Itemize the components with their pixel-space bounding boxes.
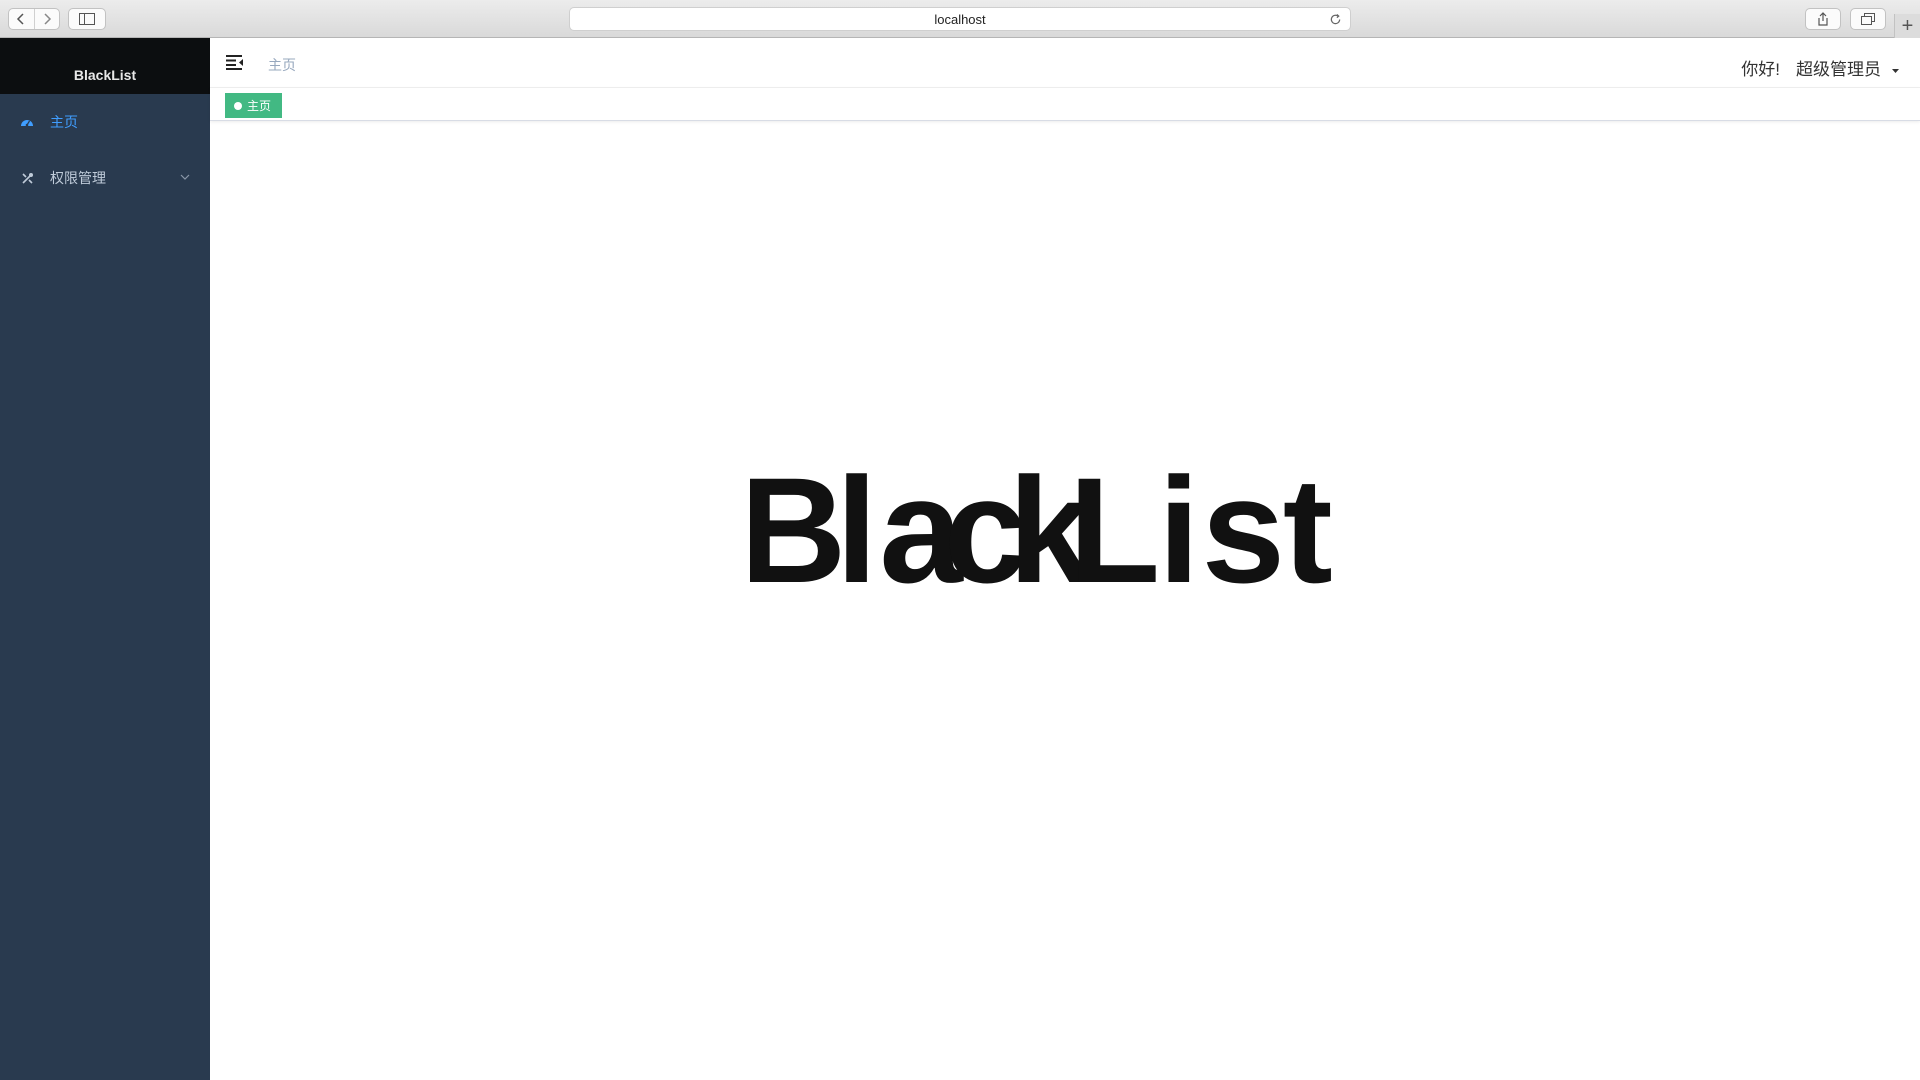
back-button[interactable] [9,9,34,29]
reload-icon[interactable] [1329,13,1342,26]
new-tab-button[interactable]: + [1894,14,1920,38]
tabs-icon [1861,13,1875,25]
chevron-left-icon [17,13,24,25]
share-icon [1818,12,1828,26]
sidebar-item-label: 权限管理 [50,170,106,186]
tags-view: 主页 [210,88,1920,121]
sidebar-icon [79,13,95,25]
hero-text: BlackList [750,458,1333,598]
tag-home[interactable]: 主页 [225,93,283,118]
sidebar: BlackList 主页 权限管理 [0,38,210,1080]
sidebar-item-permissions[interactable]: 权限管理 [0,150,210,206]
url-text: localhost [934,11,986,27]
main-area: 主页 你好! 超级管理员 主页 BlackList [210,38,1920,1080]
chevron-down-icon [180,174,190,180]
hero-letter: t [1283,458,1333,598]
hero-letter: s [1202,458,1285,598]
hero-letter: i [1158,458,1200,598]
dashboard-content: BlackList [210,122,1920,1080]
tag-label: 主页 [247,99,272,113]
tab-overview-button[interactable] [1850,8,1886,30]
address-bar[interactable]: localhost [569,7,1351,31]
forward-button[interactable] [33,9,60,29]
hero-letter: L [1069,458,1161,598]
chevron-right-icon [44,13,51,25]
user-dropdown[interactable]: 你好! 超级管理员 [1741,55,1900,80]
sidebar-logo[interactable]: BlackList [0,38,210,94]
dashboard-icon [20,115,34,129]
hero-letter: l [836,458,878,598]
browser-sidebar-button[interactable] [68,8,106,30]
browser-toolbar: localhost + [0,0,1920,38]
caret-down-icon[interactable] [1891,66,1900,75]
navbar: 主页 你好! 超级管理员 [210,38,1920,88]
hero-title: BlackList [750,458,1333,598]
breadcrumb: 主页 [268,57,296,73]
greeting-text: 你好! [1741,60,1780,79]
hamburger-icon[interactable] [226,54,244,70]
share-button[interactable] [1805,8,1841,30]
active-dot-icon [234,101,242,110]
user-name[interactable]: 超级管理员 [1796,55,1881,80]
sidebar-item-label: 主页 [50,114,78,130]
sidebar-item-home[interactable]: 主页 [0,94,210,150]
history-nav [8,8,60,30]
tools-icon [20,171,34,185]
hero-letter: B [750,458,846,598]
